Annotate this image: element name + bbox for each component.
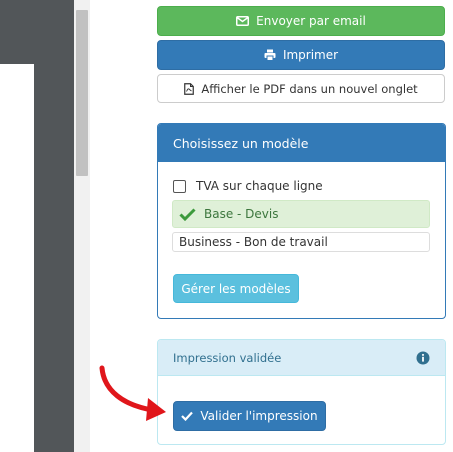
- annotation-arrow-icon: [99, 365, 166, 421]
- model-item-base-devis[interactable]: Base - Devis: [172, 200, 430, 228]
- manage-models-label: Gérer les modèles: [181, 281, 291, 296]
- model-item-label: Business - Bon de travail: [179, 235, 328, 249]
- open-pdf-new-tab-button[interactable]: Afficher le PDF dans un nouvel onglet: [157, 74, 445, 103]
- validation-panel-title: Impression validée: [173, 350, 282, 365]
- vat-per-line-checkbox[interactable]: [173, 179, 186, 193]
- validate-print-button[interactable]: Valider l'impression: [173, 401, 326, 431]
- model-item-business-bon[interactable]: Business - Bon de travail: [172, 232, 430, 252]
- send-email-button[interactable]: Envoyer par email: [157, 6, 445, 36]
- model-item-label: Base - Devis: [204, 207, 279, 221]
- vat-per-line-label: TVA sur chaque ligne: [196, 179, 323, 193]
- print-button[interactable]: Imprimer: [157, 40, 445, 70]
- send-email-label: Envoyer par email: [256, 14, 366, 28]
- envelope-icon: [236, 16, 250, 26]
- validation-panel-header: Impression validée: [158, 340, 445, 376]
- preview-scroll-thumb[interactable]: [76, 10, 88, 176]
- manage-models-button[interactable]: Gérer les modèles: [173, 274, 299, 303]
- pdf-page: [0, 64, 34, 452]
- model-panel: Choisissez un modèle TVA sur chaque lign…: [157, 123, 446, 319]
- vat-per-line-option[interactable]: TVA sur chaque ligne: [173, 179, 323, 193]
- info-circle-icon[interactable]: [416, 351, 430, 365]
- validation-panel: Impression validée Valider l'impression: [157, 339, 446, 445]
- check-icon: [181, 411, 194, 421]
- open-pdf-label: Afficher le PDF dans un nouvel onglet: [201, 81, 418, 96]
- print-label: Imprimer: [282, 48, 339, 62]
- check-icon: [179, 207, 196, 221]
- model-panel-title: Choisissez un modèle: [158, 124, 445, 162]
- validate-print-label: Valider l'impression: [200, 409, 318, 423]
- file-pdf-icon: [184, 82, 195, 95]
- printer-icon: [264, 49, 276, 61]
